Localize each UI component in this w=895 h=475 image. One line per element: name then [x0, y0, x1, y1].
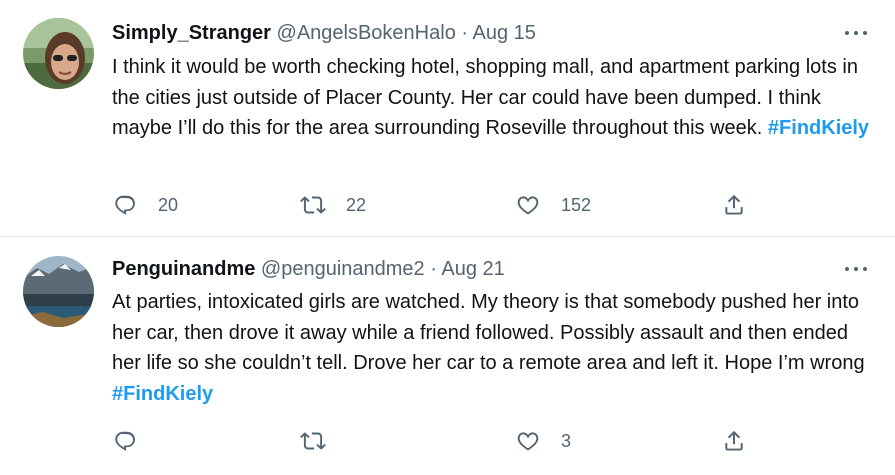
like-button[interactable]: 3 — [515, 427, 571, 455]
like-count: 152 — [561, 194, 592, 215]
heart-icon — [517, 432, 539, 451]
avatar[interactable] — [23, 256, 94, 327]
retweet-button[interactable] — [300, 427, 346, 455]
display-name[interactable]: Penguinandme — [112, 258, 255, 280]
tweet-text-content: I think it would be worth checking hotel… — [112, 56, 858, 139]
avatar[interactable] — [23, 18, 94, 89]
tweet-header: Simply_Stranger @AngelsBokenHalo · Aug 1… — [112, 20, 536, 46]
tweet-header: Penguinandme @penguinandme2 · Aug 21 — [112, 256, 505, 282]
user-handle[interactable]: @penguinandme2 — [261, 258, 425, 280]
hashtag-link[interactable]: #FindKiely — [112, 383, 213, 405]
tweet-actions: 3 — [112, 427, 752, 455]
tweet[interactable]: Penguinandme @penguinandme2 · Aug 21 At … — [0, 237, 895, 475]
reply-button[interactable]: 20 — [112, 191, 178, 219]
share-icon — [725, 430, 743, 451]
tweet-date[interactable]: Aug 21 — [441, 258, 504, 280]
retweet-icon — [300, 432, 326, 450]
reply-count: 20 — [158, 194, 179, 215]
reply-icon — [115, 431, 135, 451]
tweet-date[interactable]: Aug 15 — [473, 22, 536, 44]
tweet-text-content: At parties, intoxicated girls are watche… — [112, 291, 865, 374]
tweet-text: At parties, intoxicated girls are watche… — [112, 287, 872, 409]
hashtag-link[interactable]: #FindKiely — [768, 117, 869, 139]
more-dots-icon[interactable] — [845, 256, 867, 282]
separator-dot: · — [461, 22, 469, 44]
user-handle[interactable]: @AngelsBokenHalo — [277, 22, 456, 44]
tweet-actions: 20 22 152 — [112, 191, 752, 219]
retweet-button[interactable]: 22 — [300, 191, 366, 219]
tweet-text: I think it would be worth checking hotel… — [112, 52, 872, 144]
reply-button[interactable] — [112, 427, 158, 455]
share-icon — [725, 194, 743, 215]
reply-icon — [115, 195, 135, 215]
like-count: 3 — [561, 430, 572, 451]
share-button[interactable] — [721, 191, 747, 219]
share-button[interactable] — [721, 427, 747, 455]
retweet-count: 22 — [346, 194, 367, 215]
like-button[interactable]: 152 — [515, 191, 591, 219]
separator-dot: · — [430, 258, 437, 280]
heart-icon — [517, 196, 539, 215]
tweet[interactable]: Simply_Stranger @AngelsBokenHalo · Aug 1… — [0, 0, 895, 237]
display-name[interactable]: Simply_Stranger — [112, 22, 271, 44]
more-dots-icon[interactable] — [845, 20, 867, 46]
retweet-icon — [300, 196, 326, 214]
